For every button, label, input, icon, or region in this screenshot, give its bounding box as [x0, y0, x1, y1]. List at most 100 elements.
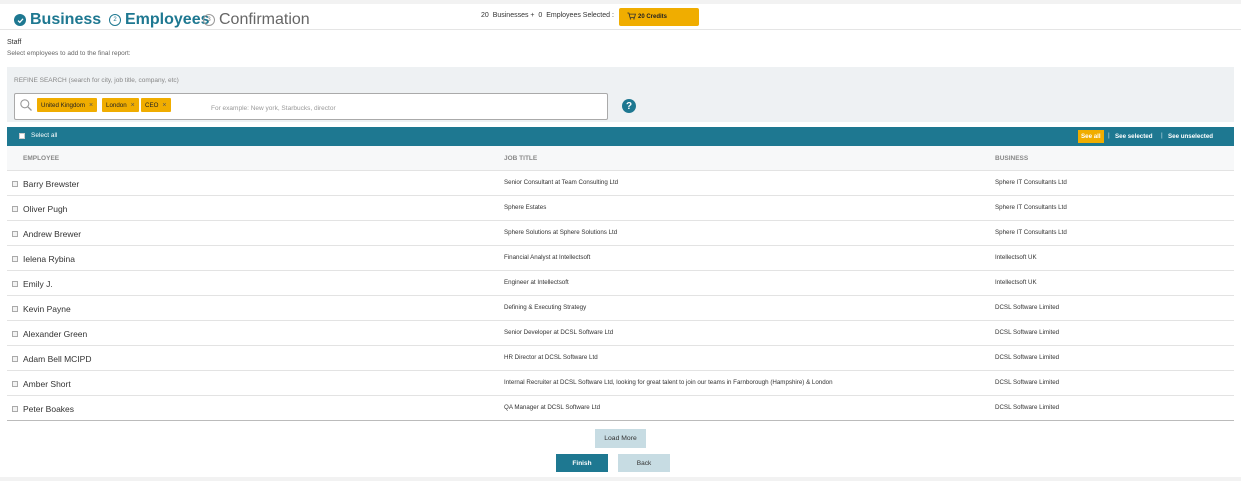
employee-name: Adam Bell MCIPD: [23, 354, 92, 364]
table-row[interactable]: Alexander Green Senior Developer at DCSL…: [7, 321, 1234, 346]
job-title: Sphere Solutions at Sphere Solutions Ltd: [504, 229, 618, 236]
selection-summary: 20 Businesses + 0 Employees Selected :: [481, 12, 614, 19]
employee-name: Ielena Rybina: [23, 254, 75, 264]
close-icon[interactable]: ×: [131, 102, 135, 109]
divider: [0, 29, 1241, 30]
businesses-count: 20: [481, 12, 489, 19]
cart-icon: [627, 12, 637, 22]
section-subtitle: Select employees to add to the final rep…: [7, 50, 131, 57]
filter-see-unselected[interactable]: See unselected: [1168, 133, 1213, 140]
row-checkbox[interactable]: [12, 256, 18, 262]
business-name: Intellectsoft UK: [995, 279, 1037, 286]
tag-label: United Kingdom: [41, 101, 86, 109]
job-title: Senior Developer at DCSL Software Ltd: [504, 329, 614, 336]
row-checkbox[interactable]: [12, 231, 18, 237]
employee-name: Andrew Brewer: [23, 229, 82, 239]
column-header-job-title[interactable]: JOB TITLE: [504, 155, 537, 162]
refine-search-panel: REFINE SEARCH (search for city, job titl…: [7, 67, 1234, 122]
filter-see-all[interactable]: See all: [1078, 130, 1104, 143]
job-title: Sphere Estates: [504, 204, 547, 211]
column-header-employee[interactable]: EMPLOYEE: [23, 155, 59, 162]
table-row[interactable]: Barry Brewster Senior Consultant at Team…: [7, 171, 1234, 196]
table-row[interactable]: Kevin Payne Defining & Executing Strateg…: [7, 296, 1234, 321]
job-title: HR Director at DCSL Software Ltd: [504, 354, 598, 361]
step-employees[interactable]: 2 Employees: [109, 11, 209, 29]
top-strip: [0, 0, 1241, 4]
businesses-label: Businesses +: [492, 12, 535, 19]
filter-separator: |: [1161, 132, 1163, 139]
employee-name: Oliver Pugh: [23, 204, 68, 214]
search-placeholder: For example: New york, Starbucks, direct…: [211, 105, 336, 112]
business-name: Sphere IT Consultants Ltd: [995, 229, 1067, 236]
section-title: Staff: [7, 39, 22, 46]
business-name: DCSL Software Limited: [995, 379, 1060, 386]
back-button[interactable]: Back: [618, 454, 670, 472]
table-row[interactable]: Adam Bell MCIPD HR Director at DCSL Soft…: [7, 346, 1234, 371]
filter-tag[interactable]: London ×: [102, 98, 139, 112]
table-row[interactable]: Oliver Pugh Sphere Estates Sphere IT Con…: [7, 196, 1234, 221]
step-label: Business: [30, 11, 102, 28]
employee-name: Alexander Green: [23, 329, 88, 339]
step-business[interactable]: Business: [14, 11, 101, 29]
bottom-strip: [0, 477, 1241, 481]
step-number: 2: [109, 14, 121, 26]
finish-button[interactable]: Finish: [556, 454, 608, 472]
filter-tag[interactable]: United Kingdom ×: [37, 98, 98, 112]
refine-search-label: REFINE SEARCH (search for city, job titl…: [14, 77, 179, 84]
business-name: Sphere IT Consultants Ltd: [995, 179, 1067, 186]
row-checkbox[interactable]: [12, 181, 18, 187]
row-checkbox[interactable]: [12, 356, 18, 362]
select-all[interactable]: Select all: [19, 132, 57, 139]
table-toolbar: Select all See all | See selected | See …: [7, 127, 1234, 146]
select-all-checkbox[interactable]: [19, 132, 25, 139]
help-icon[interactable]: ?: [622, 99, 636, 113]
column-header-business[interactable]: BUSINESS: [995, 155, 1028, 162]
search-input[interactable]: United Kingdom × London × CEO × For example…: [14, 93, 608, 120]
table-row[interactable]: Amber Short Internal Recruiter at DCSL S…: [7, 371, 1234, 396]
job-title: Financial Analyst at Intellectsoft: [504, 254, 591, 261]
tag-label: CEO: [145, 101, 159, 109]
job-title: QA Manager at DCSL Software Ltd: [504, 404, 601, 411]
employee-name: Emily J.: [23, 279, 53, 289]
employee-name: Kevin Payne: [23, 304, 71, 314]
row-checkbox[interactable]: [12, 406, 18, 412]
load-more-button[interactable]: Load More: [595, 429, 646, 448]
close-icon[interactable]: ×: [89, 102, 93, 109]
job-title: Defining & Executing Strategy: [504, 304, 587, 311]
row-checkbox[interactable]: [12, 331, 18, 337]
search-icon: [19, 98, 33, 112]
filter-see-selected[interactable]: See selected: [1115, 133, 1153, 140]
filter-tag[interactable]: CEO ×: [141, 98, 171, 112]
table-row[interactable]: Andrew Brewer Sphere Solutions at Sphere…: [7, 221, 1234, 246]
credits-label: 20 Credits: [638, 14, 668, 20]
business-name: Intellectsoft UK: [995, 254, 1037, 261]
filter-separator: |: [1108, 132, 1110, 139]
business-name: DCSL Software Limited: [995, 354, 1060, 361]
row-checkbox[interactable]: [12, 206, 18, 212]
checkmark-icon: [14, 14, 26, 26]
table-row[interactable]: Ielena Rybina Financial Analyst at Intel…: [7, 246, 1234, 271]
business-name: DCSL Software Limited: [995, 404, 1060, 411]
job-title: Internal Recruiter at DCSL Software Ltd,…: [504, 379, 833, 386]
employee-name: Peter Boakes: [23, 404, 75, 414]
row-checkbox[interactable]: [12, 306, 18, 312]
table-header: EMPLOYEE JOB TITLE BUSINESS: [7, 146, 1234, 171]
table-row[interactable]: Peter Boakes QA Manager at DCSL Software…: [7, 396, 1234, 421]
job-title: Senior Consultant at Team Consulting Ltd: [504, 179, 619, 186]
page: Business 2 Employees 3 Confirmation 20 B…: [0, 0, 1241, 481]
step-label: Confirmation: [219, 11, 310, 28]
step-label: Employees: [125, 11, 210, 28]
close-icon[interactable]: ×: [162, 102, 166, 109]
employees-count: 0: [538, 12, 543, 19]
table-bottom-border: [7, 420, 1234, 421]
step-confirmation[interactable]: 3 Confirmation: [203, 11, 310, 29]
employee-name: Barry Brewster: [23, 179, 80, 189]
credits-button[interactable]: 20 Credits: [619, 8, 699, 26]
step-number: 3: [203, 14, 215, 26]
business-name: DCSL Software Limited: [995, 304, 1060, 311]
business-name: Sphere IT Consultants Ltd: [995, 204, 1067, 211]
job-title: Engineer at Intellectsoft: [504, 279, 569, 286]
row-checkbox[interactable]: [12, 381, 18, 387]
table-row[interactable]: Emily J. Engineer at Intellectsoft Intel…: [7, 271, 1234, 296]
row-checkbox[interactable]: [12, 281, 18, 287]
